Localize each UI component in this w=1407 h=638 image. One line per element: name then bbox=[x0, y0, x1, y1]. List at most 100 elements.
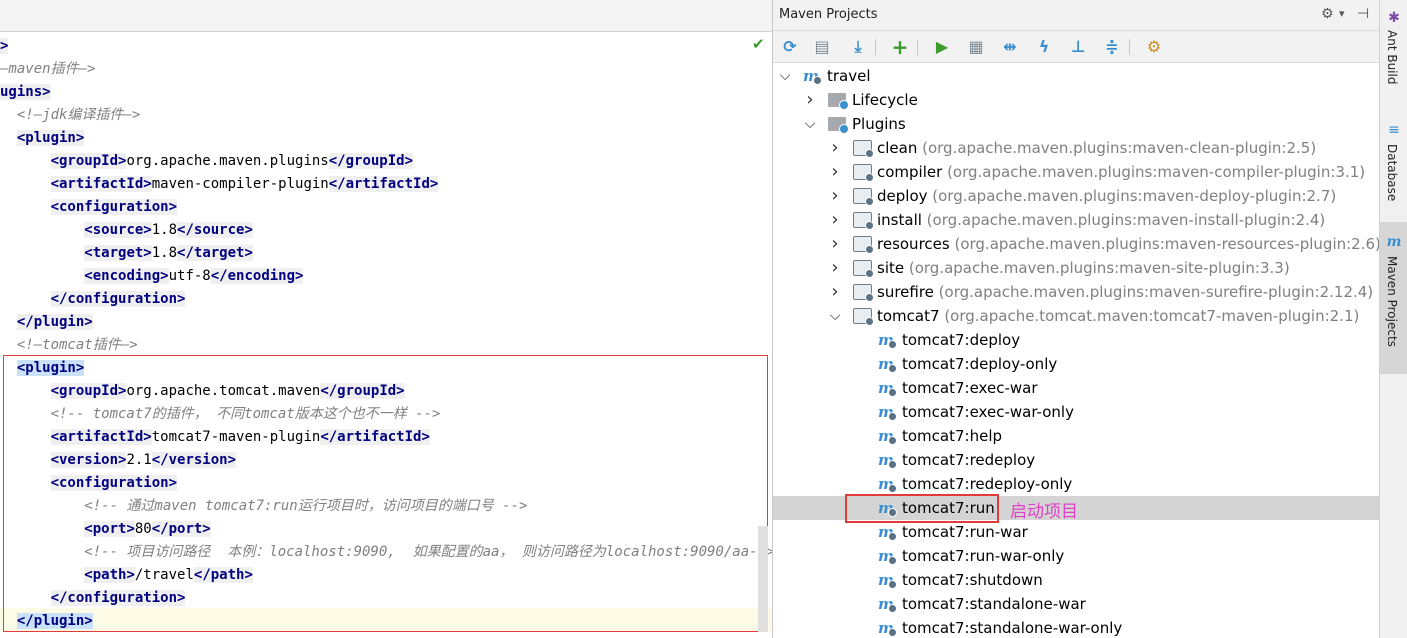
code-line[interactable]: <version>2.1</version> bbox=[0, 449, 237, 472]
sidebar-tab-database[interactable]: ≡ Database bbox=[1380, 118, 1407, 210]
tree-node[interactable]: m tomcat7:run-war-only bbox=[773, 544, 1380, 568]
chevron-right-icon[interactable]: › bbox=[804, 88, 816, 112]
code-line[interactable]: <artifactId>maven-compiler-plugin</artif… bbox=[0, 173, 439, 196]
xml-tag: <path> bbox=[84, 567, 135, 583]
code-line[interactable]: <configuration> bbox=[0, 196, 178, 219]
tree-node[interactable]: m tomcat7:redeploy-only bbox=[773, 472, 1380, 496]
code-line[interactable]: </plugin> bbox=[0, 610, 93, 633]
tree-node[interactable]: m tomcat7:standalone-war-only bbox=[773, 616, 1380, 638]
code-line[interactable]: <groupId>org.apache.tomcat.maven</groupI… bbox=[0, 380, 405, 403]
collapse-all-icon[interactable]: ≑ bbox=[1101, 36, 1123, 58]
skip-tests-icon[interactable]: ϟ bbox=[1033, 36, 1055, 58]
xml-tag: <artifactId> bbox=[50, 176, 152, 192]
code-line[interactable]: <target>1.8</target> bbox=[0, 242, 253, 265]
tree-node[interactable]: m tomcat7:exec-war bbox=[773, 376, 1380, 400]
code-comment: —maven插件—> bbox=[0, 61, 96, 77]
chevron-down-icon[interactable]: ⌵ bbox=[779, 64, 791, 88]
run-icon[interactable]: ▶ bbox=[931, 36, 953, 58]
chevron-right-icon[interactable]: › bbox=[829, 184, 841, 208]
generate-sources-icon[interactable]: ▤ bbox=[811, 36, 833, 58]
tree-node-name: tomcat7:standalone-war bbox=[902, 595, 1086, 613]
tree-node[interactable]: ⌵ m travel bbox=[773, 64, 1380, 88]
code-line[interactable]: <!-- 通过maven tomcat7:run运行项目时，访问项目的端口号 -… bbox=[0, 495, 527, 518]
tree-node-name: tomcat7:standalone-war-only bbox=[902, 619, 1123, 637]
tree-node[interactable]: › resources (org.apache.maven.plugins:mav… bbox=[773, 232, 1380, 256]
tree-node[interactable]: › surefire (org.apache.maven.plugins:mave… bbox=[773, 280, 1380, 304]
tree-node[interactable]: m tomcat7:run-war bbox=[773, 520, 1380, 544]
tree-node[interactable]: m tomcat7:deploy-only bbox=[773, 352, 1380, 376]
tree-node[interactable]: m tomcat7:standalone-war bbox=[773, 592, 1380, 616]
tree-node-name: tomcat7:exec-war bbox=[902, 379, 1038, 397]
chevron-down-icon[interactable]: ⌵ bbox=[804, 112, 816, 136]
editor-scrollbar-thumb[interactable] bbox=[758, 526, 768, 632]
sidebar-tab-maven-projects[interactable]: m Maven Projects bbox=[1380, 222, 1407, 374]
tree-node[interactable]: ⌵ tomcat7 (org.apache.tomcat.maven:tomcat… bbox=[773, 304, 1380, 328]
code-line[interactable]: </configuration> bbox=[0, 587, 186, 610]
chevron-down-icon[interactable]: ⌵ bbox=[829, 304, 841, 328]
tree-node[interactable]: › compiler (org.apache.maven.plugins:mave… bbox=[773, 160, 1380, 184]
tree-node[interactable]: m tomcat7:help bbox=[773, 424, 1380, 448]
code-line[interactable]: <path>/travel</path> bbox=[0, 564, 253, 587]
code-line[interactable]: ugins> bbox=[0, 81, 51, 104]
chevron-right-icon[interactable]: › bbox=[829, 208, 841, 232]
tree-node[interactable]: › deploy (org.apache.maven.plugins:maven-… bbox=[773, 184, 1380, 208]
maven-project-tree[interactable]: ⌵ m travel › Lifecycle ⌵ Plugins › clean (org.ap… bbox=[773, 64, 1380, 638]
tree-node[interactable]: › clean (org.apache.maven.plugins:maven-c… bbox=[773, 136, 1380, 160]
plugin-icon bbox=[853, 260, 874, 278]
tree-node[interactable]: m tomcat7:shutdown bbox=[773, 568, 1380, 592]
sidebar-tab-ant-build[interactable]: ✱ Ant Build bbox=[1380, 8, 1407, 104]
tree-node[interactable]: ⌵ Plugins bbox=[773, 112, 1380, 136]
gear-icon[interactable]: ⚙ bbox=[1321, 5, 1334, 23]
tree-node[interactable]: m tomcat7:deploy bbox=[773, 328, 1380, 352]
code-line[interactable]: <configuration> bbox=[0, 472, 178, 495]
chevron-right-icon[interactable]: › bbox=[829, 136, 841, 160]
code-line[interactable]: <plugin> bbox=[0, 127, 85, 150]
maven-goal-icon: m bbox=[878, 476, 897, 493]
chevron-right-icon[interactable]: › bbox=[829, 160, 841, 184]
code-line[interactable]: <!-- 项目访问路径 本例：localhost:9090, 如果配置的aa， … bbox=[0, 541, 772, 564]
chevron-right-icon[interactable]: › bbox=[829, 256, 841, 280]
code-line[interactable]: <artifactId>tomcat7-maven-plugin</artifa… bbox=[0, 426, 430, 449]
chevron-right-icon[interactable]: › bbox=[829, 232, 841, 256]
tree-node[interactable]: › site (org.apache.maven.plugins:maven-si… bbox=[773, 256, 1380, 280]
code-line[interactable]: </configuration> bbox=[0, 288, 186, 311]
download-icon[interactable]: ⤓ bbox=[847, 36, 869, 58]
toolbar-separator bbox=[917, 39, 918, 55]
show-dependencies-icon[interactable]: ⊥ bbox=[1067, 36, 1089, 58]
tree-node-name: tomcat7:help bbox=[902, 427, 1003, 445]
panel-header: Maven Projects ⚙ ▾ ⊣ bbox=[773, 0, 1380, 31]
add-icon[interactable]: + bbox=[889, 36, 911, 58]
code-line[interactable]: —maven插件—> bbox=[0, 58, 95, 81]
code-line[interactable]: <!—jdk编译插件—> bbox=[0, 104, 140, 127]
current-line-highlight bbox=[0, 608, 772, 631]
code-line[interactable]: <encoding>utf-8</encoding> bbox=[0, 265, 304, 288]
code-line[interactable]: <!—tomcat插件—> bbox=[0, 334, 138, 357]
tree-node[interactable]: › install (org.apache.maven.plugins:maven… bbox=[773, 208, 1380, 232]
tree-node[interactable]: › Lifecycle bbox=[773, 88, 1380, 112]
refresh-icon[interactable]: ⟳ bbox=[779, 36, 801, 58]
code-line[interactable]: <plugin> bbox=[0, 357, 85, 380]
code-editor[interactable]: > —maven插件—> ugins> <!—jdk编译插件—> <plugin> … bbox=[0, 0, 772, 638]
xml-tag: <groupId> bbox=[50, 383, 127, 399]
code-line[interactable]: > bbox=[0, 35, 9, 58]
plugin-coordinates: (org.apache.maven.plugins:maven-compiler… bbox=[942, 163, 1366, 181]
tree-node-name: deploy bbox=[877, 187, 928, 205]
toggle-offline-icon[interactable]: ⇹ bbox=[999, 36, 1021, 58]
code-line[interactable]: <source>1.8</source> bbox=[0, 219, 253, 242]
chevron-down-icon[interactable]: ▾ bbox=[1339, 5, 1345, 23]
execute-goal-icon[interactable]: ▦ bbox=[965, 36, 987, 58]
tree-node-label: Lifecycle bbox=[852, 88, 918, 112]
code-line[interactable]: <groupId>org.apache.maven.plugins</group… bbox=[0, 150, 414, 173]
hide-panel-icon[interactable]: ⊣ bbox=[1357, 5, 1369, 23]
settings-icon[interactable]: ⚙ bbox=[1143, 36, 1165, 58]
chevron-right-icon[interactable]: › bbox=[829, 280, 841, 304]
xml-tag: </version> bbox=[151, 452, 237, 468]
xml-tag: <encoding> bbox=[84, 268, 169, 284]
code-line[interactable]: </plugin> bbox=[0, 311, 93, 334]
code-line[interactable]: <!-- tomcat7的插件， 不同tomcat版本这个也不一样 --> bbox=[0, 403, 441, 426]
tree-node[interactable]: m tomcat7:redeploy bbox=[773, 448, 1380, 472]
tree-node[interactable]: m tomcat7:exec-war-only bbox=[773, 400, 1380, 424]
code-line[interactable]: <port>80</port> bbox=[0, 518, 211, 541]
